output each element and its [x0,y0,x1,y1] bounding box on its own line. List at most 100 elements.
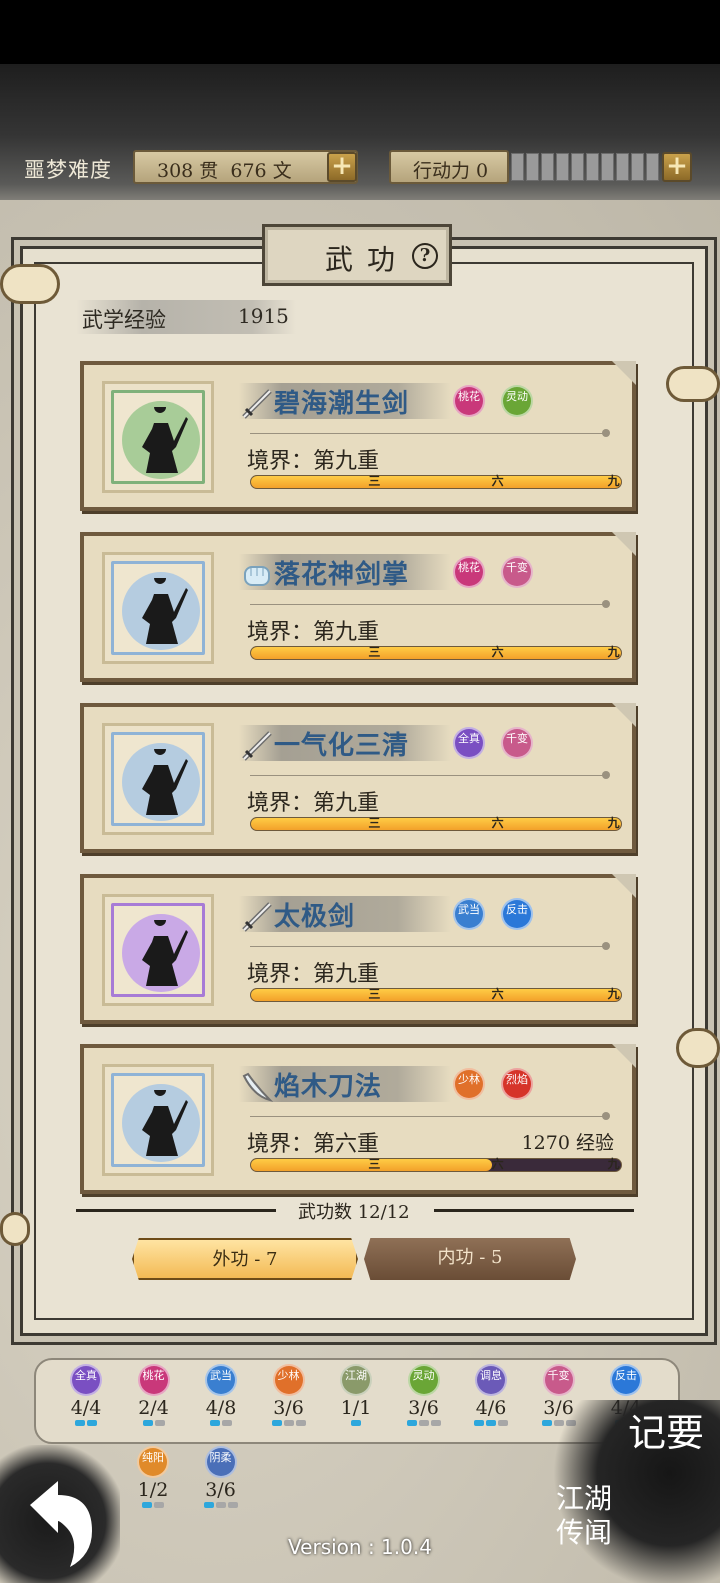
progress-mark: 九 [607,474,620,488]
sect-summary-item[interactable]: 江湖 1/1 [328,1364,384,1426]
add-currency-button[interactable]: + [327,152,357,182]
skill-portrait-frame [111,1073,205,1167]
skill-progress-fill [251,476,621,488]
skill-progress-bar: 三六九 [250,474,622,489]
skill-progress-bar: 三六九 [250,645,622,660]
sect-badge-icon: 全真 [70,1364,102,1396]
card-divider [250,775,606,776]
cloud-ornament-icon [676,1028,720,1068]
skill-exp-needed: 1270 经验 [521,1132,614,1154]
stamina-box: 行动力 0 [389,150,509,184]
sect-summary-item[interactable]: 桃花 2/4 [126,1364,182,1426]
skill-name: 落花神剑掌 [274,560,410,590]
skill-progress-bar: 三六九 [250,816,622,831]
sect-tag-badge: 桃花 [453,556,485,588]
sect-badge-icon: 桃花 [137,1364,170,1396]
notes-button[interactable]: 记要 [628,1410,708,1456]
sect-badge-icon: 少林 [272,1364,305,1396]
martial-exp-label: 武学经验 [82,308,166,332]
sect-tag-badge: 千变 [501,727,533,759]
skill-realm: 境界：第九重 [247,962,380,987]
skill-portrait [102,1064,214,1176]
skill-progress-fill [251,818,621,830]
card-divider-dot [602,429,610,437]
skill-realm: 境界：第九重 [247,791,380,816]
sect-tag-badge: 桃花 [453,385,485,417]
card-divider-dot [602,771,610,779]
stamina-gauge [511,153,659,181]
skill-card[interactable]: 太极剑 武当 反击 境界：第九重三 六 九 [80,874,636,1024]
skill-portrait-frame [111,732,205,826]
skill-card[interactable]: 焰木刀法 少林 烈焰 境界：第六重 1270 经验三 六 九 [80,1044,636,1194]
sect-summary-item[interactable]: 阴柔 3/6 [193,1446,249,1508]
card-divider-dot [602,1112,610,1120]
skill-portrait-frame [111,903,205,997]
card-divider [250,433,606,434]
sect-badge-icon: 纯阳 [137,1446,169,1478]
skill-progress-bar: 三六九 [250,1157,622,1172]
sect-summary-item[interactable]: 少林 3/6 [261,1364,317,1426]
sect-badge-icon: 阴柔 [204,1446,237,1478]
back-arrow-icon [30,1481,92,1567]
card-divider-dot [602,600,610,608]
sect-tag-badge: 全真 [453,727,485,759]
progress-mark: 三 [368,1157,381,1171]
difficulty-label: 噩梦难度 [24,158,112,182]
sword-icon [240,900,274,934]
add-stamina-button[interactable]: + [662,152,692,182]
skill-name: 一气化三清 [274,731,410,761]
progress-mark: 九 [607,816,620,830]
sect-count: 1/2 [137,1479,169,1501]
back-button[interactable] [0,1445,120,1583]
progress-mark: 三 [368,987,381,1001]
version-label: Version : 1.0.4 [288,1535,432,1559]
cloud-ornament-icon [0,264,60,304]
sect-tag-badge: 武当 [453,898,485,930]
sect-badge-icon: 江湖 [340,1364,372,1396]
sect-tag-badge: 少林 [453,1068,485,1100]
skill-portrait-frame [111,390,205,484]
sword-icon [240,729,274,763]
sect-tier-pips [396,1420,452,1426]
skill-count: 武功数 12/12 [298,1202,410,1223]
tab-internal-skills[interactable]: 内功 - 5 [364,1238,576,1280]
progress-mark: 九 [607,1157,620,1171]
skill-portrait [102,381,214,493]
sect-tier-pips [261,1420,317,1426]
cloud-ornament-icon [0,1212,30,1246]
sect-tier-pips [193,1420,249,1426]
sect-badge-icon: 灵动 [407,1364,440,1396]
cloud-ornament-icon [666,366,720,402]
stamina-text: 行动力 0 [413,160,489,182]
progress-mark: 六 [491,1157,504,1171]
sect-summary-item[interactable]: 纯阳 1/2 [125,1446,181,1508]
help-icon[interactable]: ? [412,243,438,269]
skill-card[interactable]: 碧海潮生剑 桃花 灵动 境界：第九重三 六 九 [80,361,636,511]
sect-summary-item[interactable]: 武当 4/8 [193,1364,249,1426]
progress-mark: 九 [607,987,620,1001]
currency-box: 308 贯 676 文 [133,150,358,184]
fist-icon [240,558,274,592]
skill-card[interactable]: 一气化三清 全真 千变境界：第九重三 六 九 [80,703,636,853]
sect-summary-item[interactable]: 调息 4/6 [463,1364,519,1426]
sect-badge-icon: 调息 [475,1364,507,1396]
tab-external-skills[interactable]: 外功 - 7 [132,1238,358,1280]
skill-progress-fill [251,647,621,659]
sect-badge-icon: 反击 [610,1364,642,1396]
sect-summary-item[interactable]: 灵动 3/6 [396,1364,452,1426]
skill-card[interactable]: 落花神剑掌 桃花 千变 境界：第九重三 六 九 [80,532,636,682]
progress-mark: 九 [607,645,620,659]
sect-tier-pips [328,1420,384,1426]
divider-line [76,1209,276,1212]
sect-summary-item[interactable]: 全真 4/4 [58,1364,114,1426]
skill-realm: 境界：第六重 [247,1132,380,1157]
progress-mark: 三 [368,474,381,488]
martial-exp-row: 武学经验 1915 [76,300,296,334]
progress-mark: 三 [368,816,381,830]
progress-mark: 六 [491,816,504,830]
sect-tag-badge: 千变 [501,556,533,588]
progress-mark: 六 [491,987,504,1001]
sect-count: 3/6 [273,1397,304,1419]
panel-title-plate: 武功 ? [262,224,452,286]
martial-exp-value: 1915 [238,304,289,328]
